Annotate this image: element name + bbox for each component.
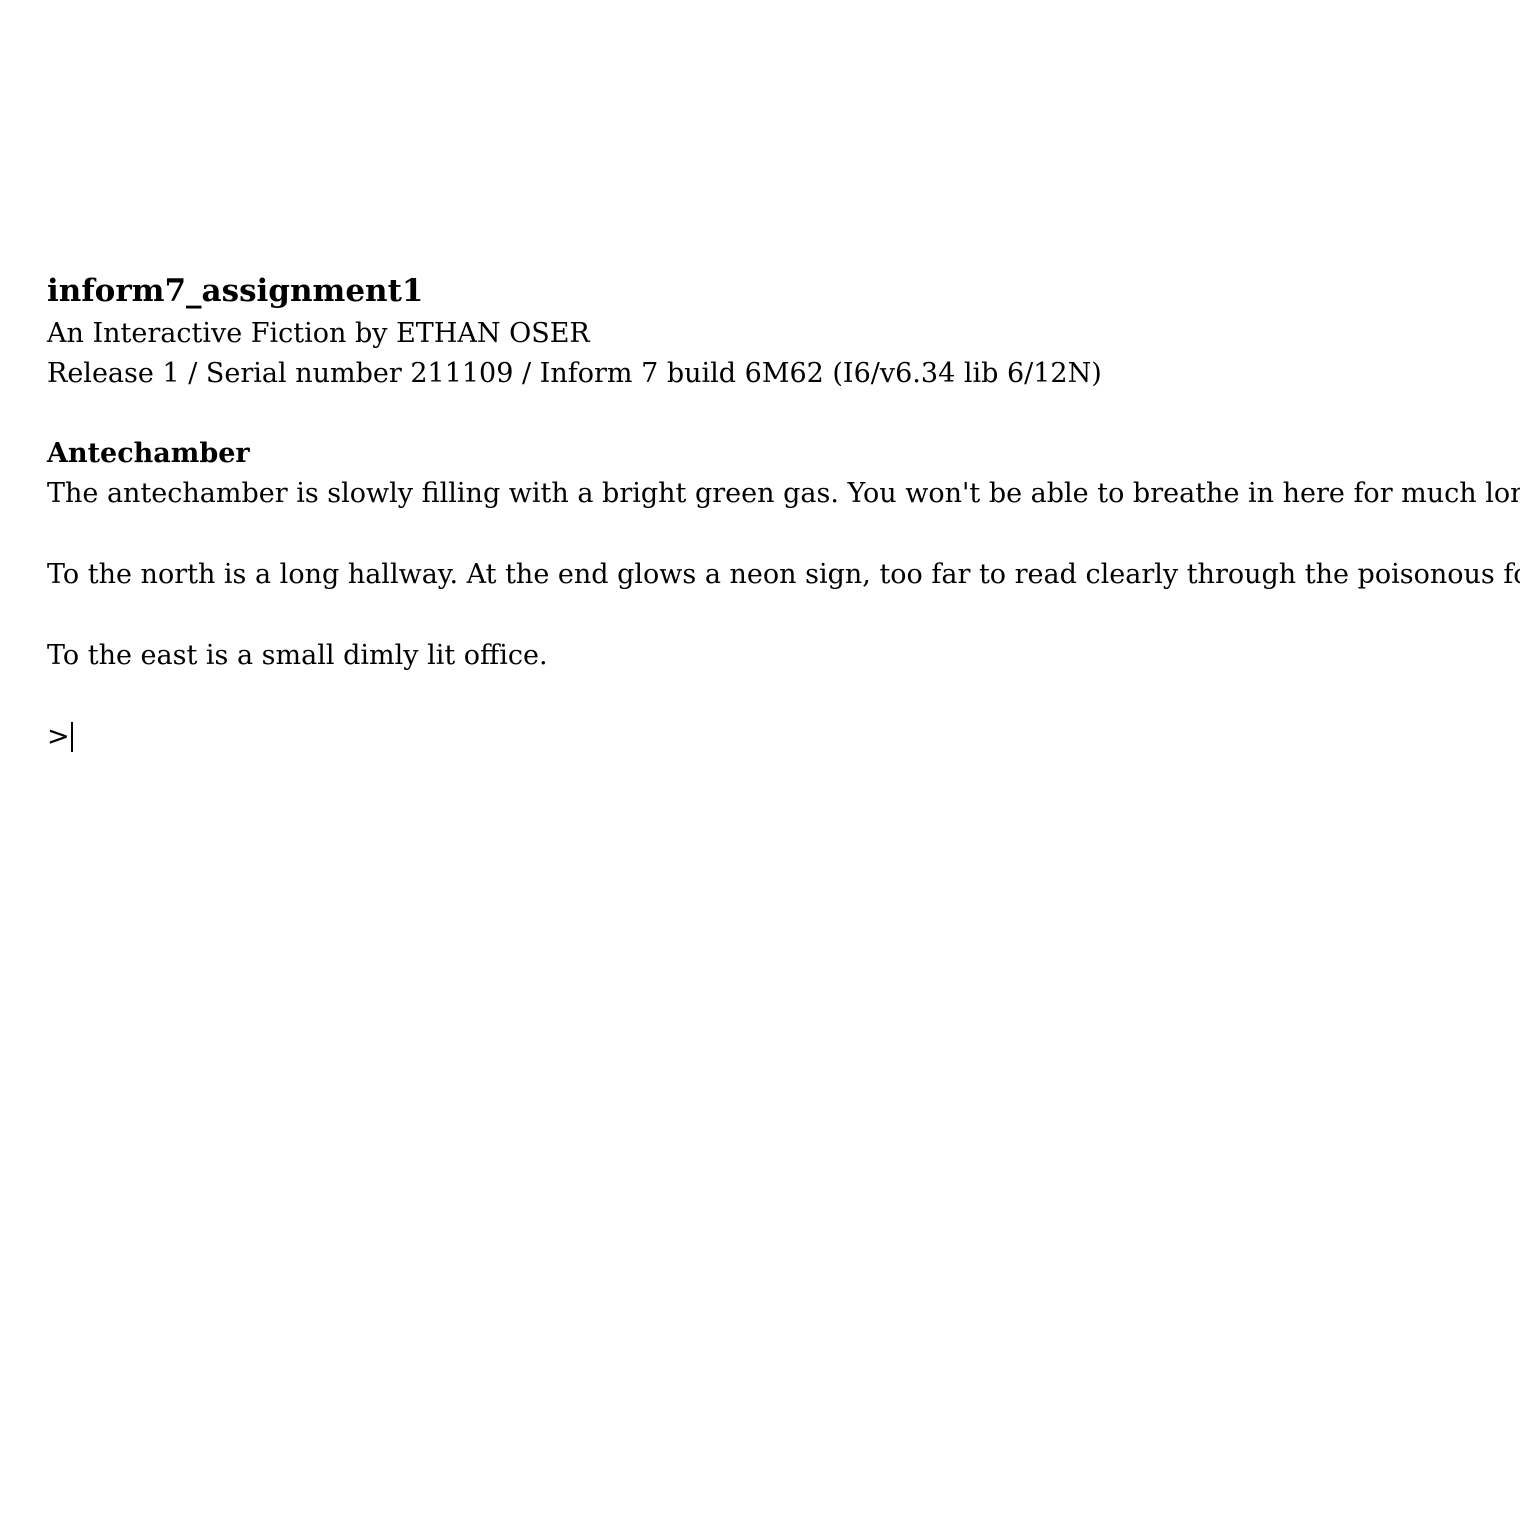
exit-north-description: To the north is a long hallway. At the e… (47, 559, 1520, 590)
story-title: inform7_assignment1 (47, 273, 424, 309)
command-prompt-row[interactable]: > (47, 717, 1487, 757)
prompt-symbol: > (47, 721, 70, 752)
story-byline: An Interactive Fiction by ETHAN OSER (47, 318, 590, 349)
release-info: Release 1 / Serial number 211109 / Infor… (47, 358, 1102, 389)
room-name: Antechamber (47, 438, 250, 469)
command-input[interactable] (72, 717, 1373, 757)
room-description: The antechamber is slowly filling with a… (47, 478, 1520, 509)
exit-east-description: To the east is a small dimly lit office. (47, 640, 548, 671)
game-transcript: inform7_assignment1 An Interactive Ficti… (47, 268, 1520, 757)
